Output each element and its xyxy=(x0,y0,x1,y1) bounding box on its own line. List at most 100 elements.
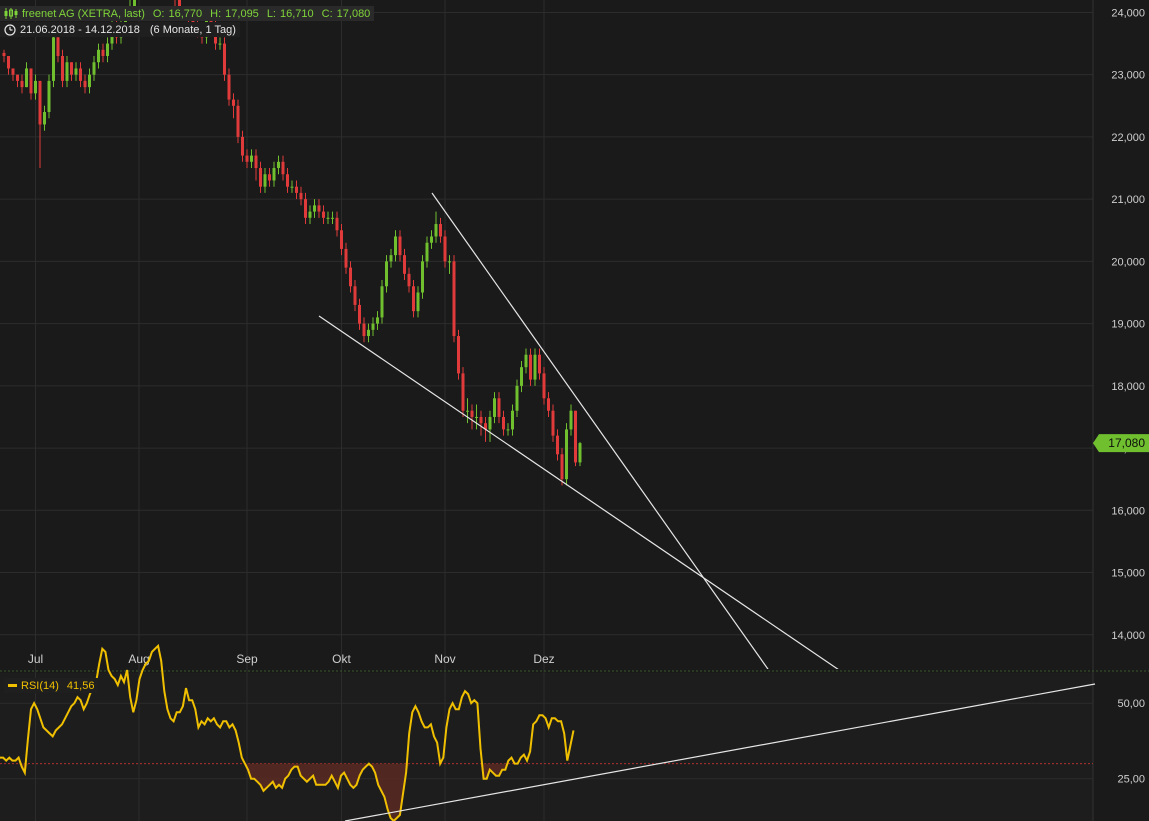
x-tick-label: Dez xyxy=(533,652,554,666)
price-y-tick-label: 20,000 xyxy=(1111,256,1145,268)
candle-body xyxy=(56,37,60,57)
candle-body xyxy=(533,354,537,380)
candle-body xyxy=(286,174,289,187)
x-tick-label: Nov xyxy=(434,652,455,666)
rsi-legend-value: 41,56 xyxy=(66,679,95,692)
candle-body xyxy=(322,211,325,218)
candle-body xyxy=(443,236,447,262)
price-y-tick-label: 15,000 xyxy=(1111,568,1145,580)
candle-body xyxy=(20,80,24,88)
candle-body xyxy=(101,49,105,57)
price-y-tick-label: 21,000 xyxy=(1111,194,1145,206)
candle-body xyxy=(349,267,352,287)
open-label: O: xyxy=(152,7,165,20)
candle-body xyxy=(547,398,550,411)
candle-body xyxy=(376,317,379,324)
chart-stage: 24,000 23,000 22,000 21,000 20,000 19,000 18,0… xyxy=(0,0,1149,821)
chart-canvas: 24,000 23,000 22,000 21,000 20,000 19,000 18,0… xyxy=(0,0,1149,821)
candle-body xyxy=(434,224,438,237)
open-value: 16,770 xyxy=(168,7,203,20)
price-y-tick-label: 18,000 xyxy=(1111,381,1145,393)
x-tick-label: Okt xyxy=(332,652,351,666)
candle-body xyxy=(430,236,433,243)
candle-body xyxy=(34,80,37,94)
candle-body xyxy=(38,80,42,125)
candle-body xyxy=(439,224,442,237)
candle-body xyxy=(74,68,78,75)
price-y-tick-label: 19,000 xyxy=(1111,319,1145,331)
candle-body xyxy=(452,261,456,337)
candle-body xyxy=(371,323,375,330)
candle-body xyxy=(299,192,303,200)
candle-body xyxy=(479,416,483,424)
rsi-legend-name: RSI(14) xyxy=(21,679,59,692)
high-value: 17,095 xyxy=(225,7,259,20)
candle-body xyxy=(290,186,294,188)
clock-icon xyxy=(4,23,16,36)
candle-body xyxy=(407,273,411,287)
candle-body xyxy=(403,255,406,274)
candle-body xyxy=(542,373,546,399)
candle-body xyxy=(461,373,465,411)
candle-body xyxy=(565,429,568,480)
candle-body xyxy=(70,62,73,75)
candle-body xyxy=(506,429,510,431)
candle-body xyxy=(268,174,271,181)
candle-body xyxy=(475,416,478,418)
candle-body xyxy=(385,261,388,287)
rsi-legend-swatch xyxy=(8,684,17,687)
last-price-label: 17,080 xyxy=(1108,436,1145,450)
candle-body xyxy=(47,80,51,113)
rsi-legend: RSI(14) 41,56 xyxy=(4,678,99,693)
candle-body xyxy=(88,74,91,88)
instrument-header: freenet AG (XETRA, last) O: 16,770 H: 17… xyxy=(0,6,375,21)
candle-body xyxy=(241,136,244,156)
candle-body xyxy=(380,286,384,318)
low-value: 16,710 xyxy=(280,7,314,20)
candle-body xyxy=(538,354,541,374)
candle-body xyxy=(394,236,397,256)
candle-body xyxy=(353,286,357,305)
candle-body xyxy=(569,410,573,430)
candle-body xyxy=(263,174,267,187)
candle-body xyxy=(277,161,280,169)
candle-body xyxy=(272,168,276,181)
candle-body xyxy=(236,105,240,137)
candle-body xyxy=(493,398,496,417)
candle-body xyxy=(578,443,582,463)
candle-body xyxy=(232,99,235,106)
rsi-y-tick-label: 50,00 xyxy=(1117,698,1145,710)
high-label: H: xyxy=(210,7,222,20)
date-range: 21.06.2018 - 14.12.2018 xyxy=(20,23,140,36)
candle-body xyxy=(367,329,370,337)
candle-body xyxy=(335,217,339,231)
candle-body xyxy=(313,205,316,212)
candle-body xyxy=(317,205,321,212)
price-y-tick-label: 24,000 xyxy=(1111,7,1145,19)
candle-body xyxy=(529,354,532,380)
x-tick-label: Jul xyxy=(28,652,43,666)
candle-body xyxy=(25,68,28,88)
candle-body xyxy=(520,367,523,386)
candle-body xyxy=(421,261,424,293)
candle-body xyxy=(412,286,415,312)
rsi-panel-background xyxy=(0,673,1093,821)
period-label: (6 Monate, 1 Tag) xyxy=(149,23,236,36)
candle-body xyxy=(223,43,226,75)
candle-body xyxy=(245,155,249,162)
close-label: C: xyxy=(321,7,333,20)
candle-body xyxy=(79,68,82,81)
candle-body xyxy=(574,410,577,463)
candle-body xyxy=(331,217,334,219)
candle-body xyxy=(97,49,100,63)
candle-body xyxy=(389,255,393,262)
candle-body xyxy=(295,186,298,193)
instrument-name: freenet AG (XETRA, last) xyxy=(22,7,145,20)
candle-body xyxy=(416,292,420,312)
candle-body xyxy=(362,323,366,337)
candle-body xyxy=(488,416,492,430)
candle-body xyxy=(398,236,402,256)
candle-body xyxy=(65,62,69,81)
candle-body xyxy=(340,230,343,249)
candle-body xyxy=(358,304,361,324)
